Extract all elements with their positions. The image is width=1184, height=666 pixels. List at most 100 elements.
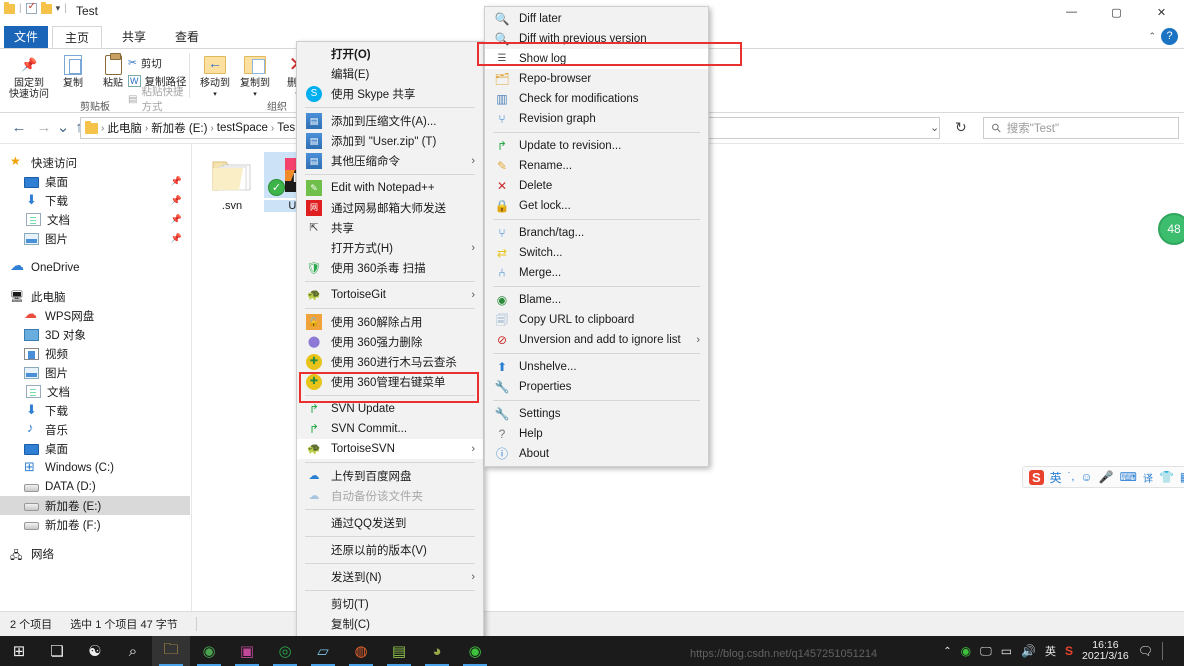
- help-icon[interactable]: ?: [1161, 28, 1178, 45]
- menu-item-add-to-archive[interactable]: ▤ 添加到压缩文件(A)...: [297, 111, 483, 131]
- submenu-item-diff-with-previous-version[interactable]: 🔍 Diff with previous version: [485, 29, 708, 49]
- submenu-item-branch-tag[interactable]: ⑂ Branch/tag...: [485, 223, 708, 243]
- 360-browser-icon[interactable]: ◎: [266, 636, 304, 666]
- picture-tool-icon[interactable]: ▤: [380, 636, 418, 666]
- menu-item-baidu-upload[interactable]: ☁ 上传到百度网盘: [297, 466, 483, 486]
- show-desktop-button[interactable]: [1162, 642, 1176, 660]
- submenu-item-about[interactable]: ⓘ About: [485, 444, 708, 464]
- keyboard-icon[interactable]: ⌨: [1120, 470, 1137, 484]
- taskbar-icons[interactable]: ⊞ ❏ ☯ ⌕ 🗀 ◉ ▣ ◎ ▱ ◍ ▤ ◕ ◉: [0, 636, 494, 666]
- menu-item-tortoisegit[interactable]: 🐢 TortoiseGit ›: [297, 285, 483, 305]
- pin-icon[interactable]: 📌: [171, 214, 182, 225]
- tab-file[interactable]: 文件: [4, 26, 48, 48]
- menu-item-restore-previous-versions[interactable]: 还原以前的版本(V): [297, 540, 483, 560]
- battery-icon[interactable]: ▭: [1001, 644, 1012, 658]
- breadcrumb-item-0[interactable]: 此电脑: [107, 120, 142, 136]
- menu-item-other-archive-commands[interactable]: ▤ 其他压缩命令 ›: [297, 151, 483, 171]
- menu-item-send-to[interactable]: 发送到(N) ›: [297, 567, 483, 587]
- voice-icon[interactable]: 🎤: [1099, 470, 1114, 484]
- tab-share[interactable]: 共享: [110, 26, 158, 48]
- chrome-icon[interactable]: ◉: [190, 636, 228, 666]
- move-to-button[interactable]: 移动到 ▾: [194, 52, 236, 100]
- sidebar-item-desktop[interactable]: 桌面 📌: [0, 172, 190, 191]
- cut-button[interactable]: ✂ 剪切: [128, 55, 162, 71]
- sidebar-item-data-d[interactable]: DATA (D:): [0, 477, 190, 496]
- menu-item-360-menu-manager[interactable]: ✚ 使用 360管理右键菜单: [297, 372, 483, 392]
- pin-icon[interactable]: 📌: [171, 195, 182, 206]
- minimize-button[interactable]: —: [1049, 0, 1094, 24]
- menu-item-open-with[interactable]: 打开方式(H) ›: [297, 238, 483, 258]
- tab-home[interactable]: 主页: [52, 26, 103, 48]
- sidebar-group-network[interactable]: 网络: [0, 544, 190, 566]
- skin-icon[interactable]: 👕: [1159, 470, 1174, 484]
- tab-view[interactable]: 查看: [163, 26, 211, 48]
- sidebar-item-desktop-pc[interactable]: 桌面: [0, 439, 190, 458]
- pin-icon[interactable]: 📌: [171, 233, 182, 244]
- menu-item-360-antivirus-scan[interactable]: 🛡 使用 360杀毒 扫描: [297, 258, 483, 278]
- wechat-icon[interactable]: ◉: [456, 636, 494, 666]
- menu-item-send-via-qq[interactable]: 通过QQ发送到: [297, 513, 483, 533]
- taskbar-clock[interactable]: 16:16 2021/3/16: [1082, 640, 1129, 662]
- sidebar-item-pictures[interactable]: 图片 📌: [0, 229, 190, 248]
- opera-icon[interactable]: ◍: [342, 636, 380, 666]
- display-tray-icon[interactable]: 🖵: [980, 644, 992, 659]
- sidebar-item-downloads[interactable]: 下载 📌: [0, 191, 190, 210]
- properties-icon[interactable]: [25, 1, 37, 14]
- menu-item-netease-mail-send[interactable]: 网通过网易邮箱大师发送: [297, 198, 483, 218]
- menu-item-cut[interactable]: 剪切(T): [297, 594, 483, 614]
- close-button[interactable]: ✕: [1139, 0, 1184, 24]
- wechat-tray-icon[interactable]: ◉: [961, 644, 971, 658]
- submenu-item-blame[interactable]: ◉ Blame...: [485, 290, 708, 310]
- navigation-pane[interactable]: 快速访问 桌面 📌 下载 📌 文档 📌 图片 📌: [0, 144, 190, 612]
- submenu-item-get-lock[interactable]: 🔒 Get lock...: [485, 196, 708, 216]
- sidebar-item-documents-pc[interactable]: 文档: [0, 382, 190, 401]
- submenu-item-switch[interactable]: ⇄ Switch...: [485, 243, 708, 263]
- search-icon[interactable]: ⌕: [114, 636, 152, 666]
- breadcrumb-item-1[interactable]: 新加卷 (E:): [151, 120, 207, 136]
- menu-item-svn-update[interactable]: ↱ SVN Update: [297, 399, 483, 419]
- punctuation-icon[interactable]: ˙,: [1068, 471, 1075, 483]
- submenu-item-settings[interactable]: 🔧 Settings: [485, 404, 708, 424]
- menu-item-skype-share[interactable]: S 使用 Skype 共享: [297, 84, 483, 104]
- sidebar-item-pictures-pc[interactable]: 图片: [0, 363, 190, 382]
- ime-mode-label[interactable]: 英: [1050, 469, 1062, 486]
- menu-item-tortoisesvn[interactable]: 🐢 TortoiseSVN ›: [297, 439, 483, 459]
- maximize-button[interactable]: ▢: [1094, 0, 1139, 24]
- cortana-icon[interactable]: ☯: [76, 636, 114, 666]
- menu-item-copy[interactable]: 复制(C): [297, 614, 483, 634]
- submenu-item-update-to-revision[interactable]: ↱ Update to revision...: [485, 136, 708, 156]
- submenu-item-delete[interactable]: ✕ Delete: [485, 176, 708, 196]
- submenu-item-unversion-and-ignore[interactable]: ⊘ Unversion and add to ignore list ›: [485, 330, 708, 350]
- sidebar-group-quick-access[interactable]: 快速访问: [0, 153, 190, 172]
- qat-dropdown-caret-icon[interactable]: ▾: [56, 3, 61, 14]
- new-folder-icon[interactable]: [40, 1, 52, 14]
- back-button[interactable]: ←: [8, 118, 30, 138]
- submenu-item-rename[interactable]: ✎ Rename...: [485, 156, 708, 176]
- submenu-item-repo-browser[interactable]: 🗂 Repo-browser: [485, 69, 708, 89]
- menu-item-360-unlock[interactable]: 🔓 使用 360解除占用: [297, 312, 483, 332]
- sogou-tray-icon[interactable]: S: [1065, 644, 1073, 658]
- ime-toolbar[interactable]: S 英 ˙, ☺ 🎤 ⌨ 译 👕 ▦: [1022, 466, 1184, 488]
- breadcrumb-item-2[interactable]: testSpace: [217, 122, 268, 134]
- submenu-item-merge[interactable]: ⑃ Merge...: [485, 263, 708, 283]
- menu-item-open[interactable]: 打开(O): [297, 44, 483, 64]
- tortoisesvn-submenu[interactable]: 🔍 Diff later 🔍 Diff with previous version …: [484, 6, 709, 467]
- submenu-item-properties[interactable]: 🔧 Properties: [485, 377, 708, 397]
- submenu-item-revision-graph[interactable]: ⑂ Revision graph: [485, 109, 708, 129]
- start-icon[interactable]: ⊞: [0, 636, 38, 666]
- sidebar-item-windows-c[interactable]: Windows (C:): [0, 458, 190, 477]
- file-explorer-icon[interactable]: 🗀: [152, 636, 190, 666]
- menu-item-360-force-delete[interactable]: ⬤ 使用 360强力删除: [297, 332, 483, 352]
- submenu-item-unshelve[interactable]: ⬆ Unshelve...: [485, 357, 708, 377]
- submenu-item-check-for-modifications[interactable]: ▥ Check for modifications: [485, 89, 708, 109]
- sidebar-item-music[interactable]: 音乐: [0, 420, 190, 439]
- pin-to-quick-access-button[interactable]: 固定到 快速访问: [8, 52, 50, 100]
- translate-icon[interactable]: 译: [1143, 470, 1153, 485]
- sidebar-group-this-pc[interactable]: 此电脑: [0, 287, 190, 306]
- sidebar-item-volume-e[interactable]: 新加卷 (E:): [0, 496, 190, 515]
- chevron-up-icon[interactable]: ⌃: [943, 646, 951, 657]
- sidebar-item-3d-objects[interactable]: 3D 对象: [0, 325, 190, 344]
- submenu-item-show-log[interactable]: ☰ Show log: [485, 49, 708, 69]
- quick-access-toolbar[interactable]: | ▾ |: [4, 1, 67, 14]
- ime-tray-icon[interactable]: 英: [1045, 643, 1056, 659]
